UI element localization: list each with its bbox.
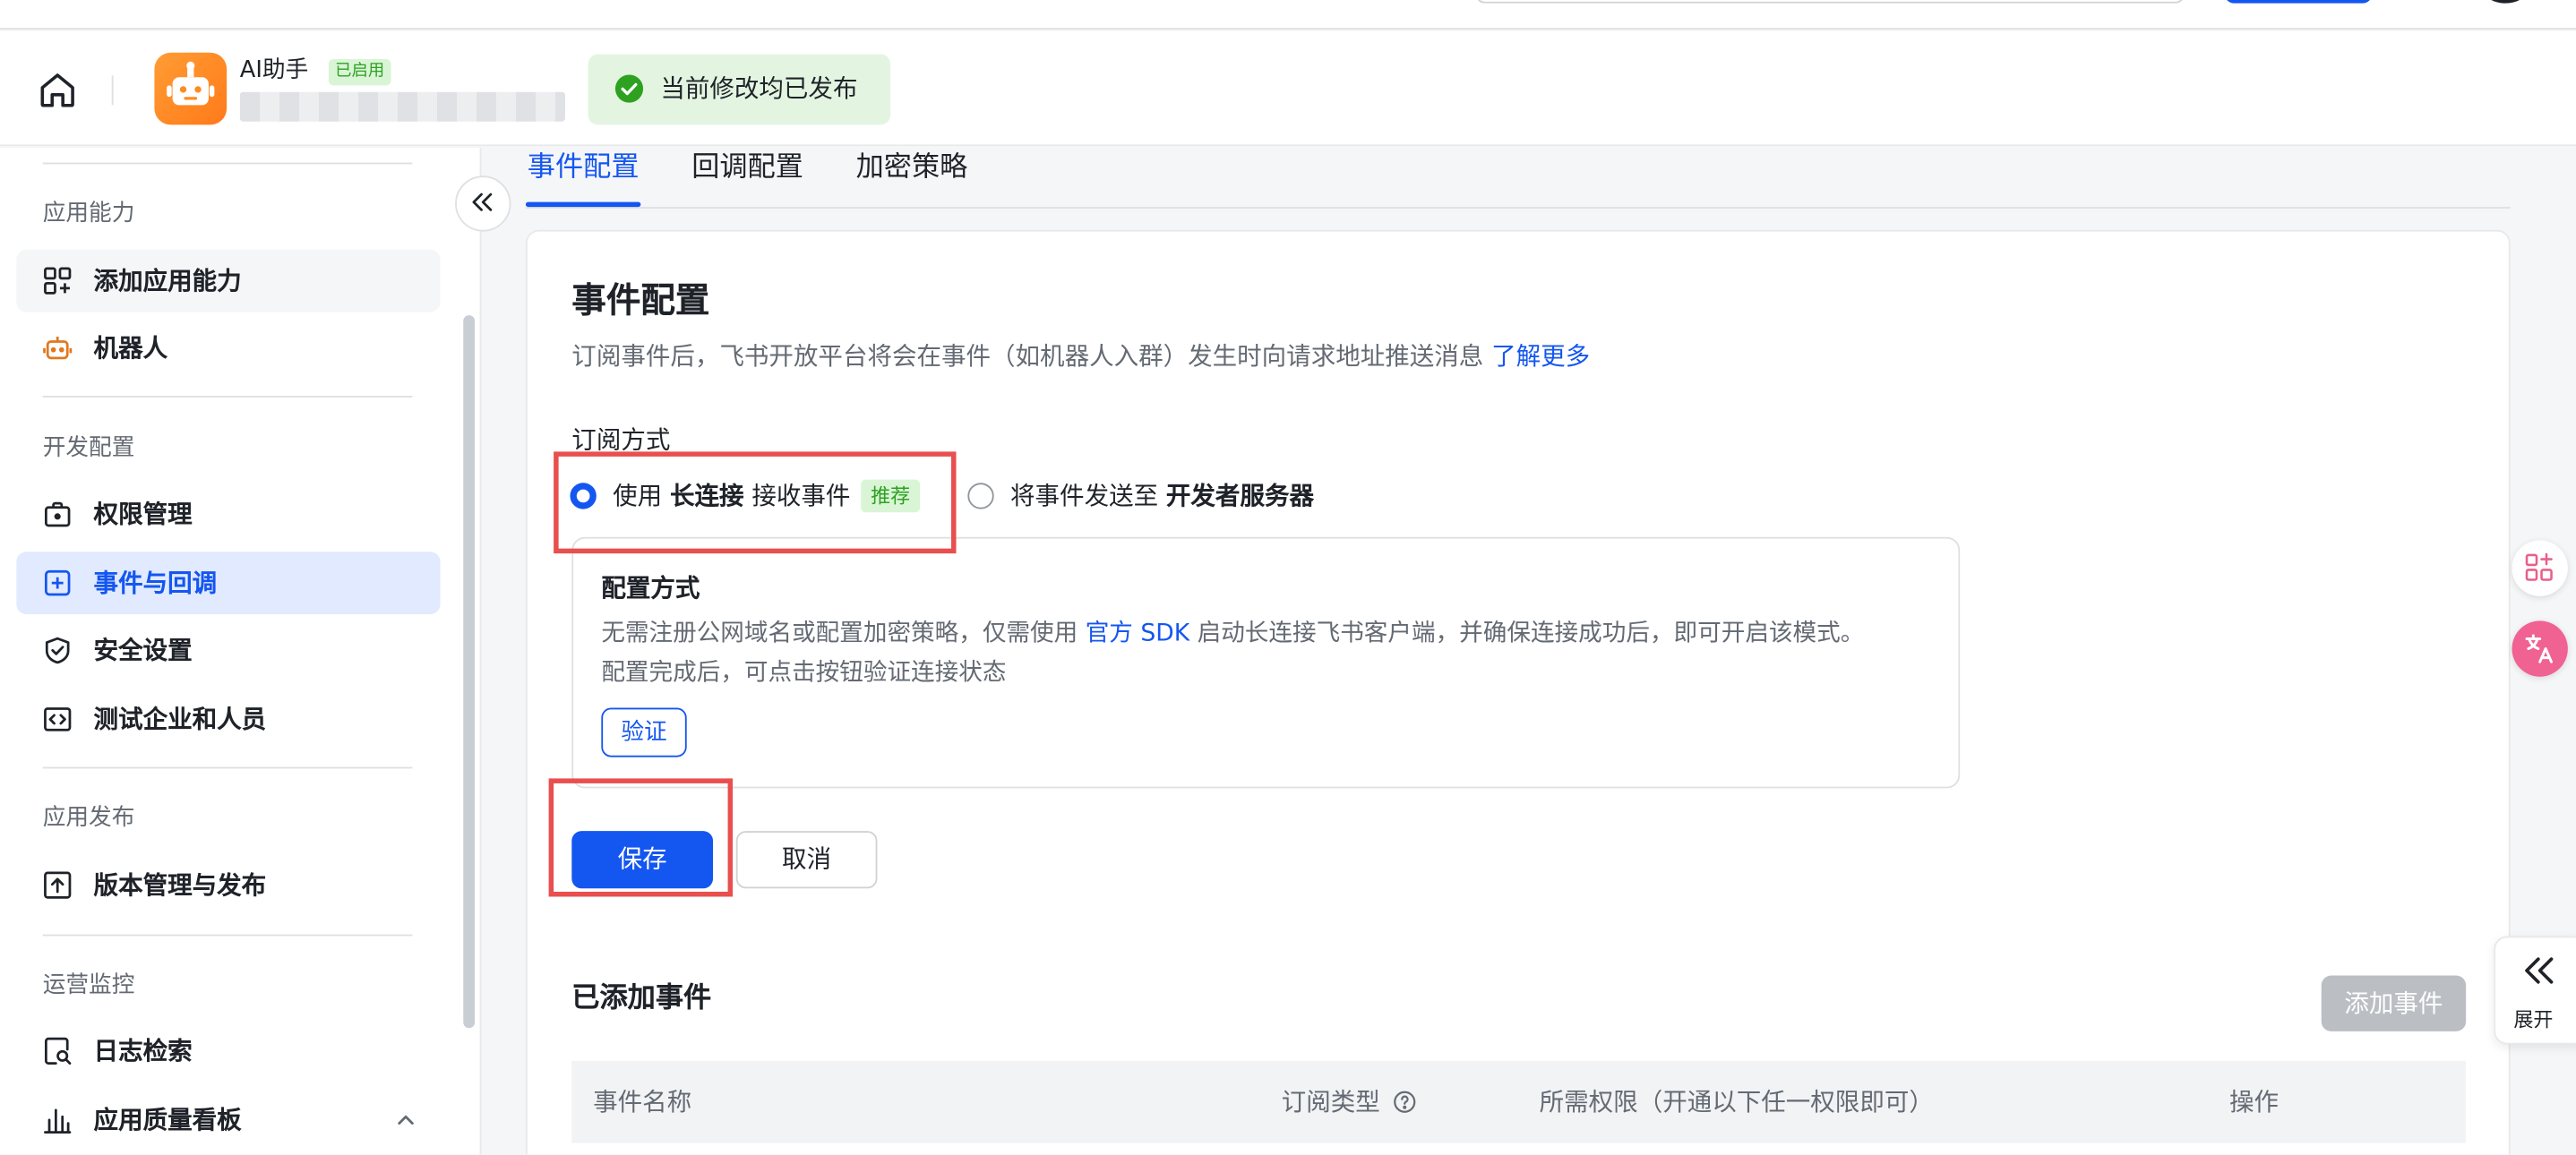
highlight-box-save [548, 778, 734, 897]
sidebar-item-permissions[interactable]: 权限管理 [16, 483, 440, 545]
top-primary-button[interactable] [2224, 0, 2373, 4]
app-status-badge: 已启用 [328, 59, 391, 86]
added-events-title: 已添加事件 [571, 981, 712, 1015]
collapse-sidebar-button[interactable] [455, 175, 511, 232]
bar-chart-icon [44, 1108, 72, 1134]
column-required-permissions: 所需权限（开通以下任一权限即可） [1539, 1087, 1934, 1117]
top-bar [0, 0, 2576, 30]
sidebar-divider [42, 162, 413, 165]
floating-translate-button[interactable] [2512, 620, 2568, 677]
cancel-button[interactable]: 取消 [735, 831, 878, 889]
config-method-line1: 无需注册公网域名或配置加密策略，仅需使用 官方 SDK 启动长连接飞书客户端，并… [601, 618, 1864, 651]
config-text-part: 启动长连接飞书客户端，并确保连接成功后，即可开启该模式。 [1197, 620, 1865, 647]
sidebar-group-capability: 应用能力 [42, 200, 135, 227]
sidebar-item-test-org[interactable]: 测试企业和人员 [16, 689, 440, 751]
sidebar-divider [42, 396, 413, 398]
option-text-bold: 开发者服务器 [1165, 481, 1315, 511]
expand-label: 展开 [2513, 1008, 2554, 1031]
events-table-header [571, 1060, 2467, 1143]
tab-encryption-strategy[interactable]: 加密策略 [856, 148, 968, 187]
column-subscription-type-label: 订阅类型 [1281, 1087, 1380, 1117]
column-actions: 操作 [2229, 1087, 2280, 1117]
option-developer-server-text[interactable]: 将事件发送至 开发者服务器 [1010, 480, 1314, 513]
floating-apps-button[interactable] [2512, 540, 2568, 596]
app-logo [154, 52, 228, 125]
permission-icon [44, 501, 71, 527]
sidebar-item-label: 权限管理 [93, 499, 193, 529]
log-search-icon [44, 1037, 72, 1065]
home-icon[interactable] [36, 69, 79, 112]
event-callback-icon [44, 569, 71, 596]
tab-callback-config[interactable]: 回调配置 [691, 148, 803, 187]
code-icon [44, 707, 72, 732]
sidebar-item-label: 测试企业和人员 [93, 704, 267, 734]
sidebar-divider [42, 934, 413, 937]
global-search-input[interactable] [1475, 0, 2185, 4]
sidebar-divider [42, 766, 413, 769]
app-header [0, 30, 2576, 147]
sidebar-item-log-search[interactable]: 日志检索 [16, 1020, 440, 1082]
add-event-button[interactable]: 添加事件 [2321, 975, 2467, 1031]
option-text-part: 将事件发送至 [1010, 481, 1159, 511]
card-description-text: 订阅事件后，飞书开放平台将会在事件（如机器人入群）发生时向请求地址推送消息 [571, 341, 1484, 372]
card-title: 事件配置 [571, 280, 710, 321]
sidebar-item-label: 添加应用能力 [93, 266, 242, 296]
header-divider [111, 75, 114, 106]
sidebar-item-add-capability[interactable]: 添加应用能力 [16, 249, 441, 312]
highlight-box-subscribe-option [554, 451, 957, 554]
sidebar-item-versions[interactable]: 版本管理与发布 [16, 854, 440, 917]
robot-app-icon [167, 61, 215, 106]
published-notice-text: 当前修改均已发布 [660, 73, 858, 104]
sidebar-item-label: 应用质量看板 [93, 1105, 242, 1135]
sidebar-item-label: 版本管理与发布 [93, 870, 267, 901]
translate-icon [2525, 634, 2553, 663]
double-chevron-left-icon [472, 192, 493, 211]
tab-active-indicator [525, 201, 641, 208]
apps-sparkle-icon [2525, 552, 2553, 581]
sidebar-item-events-callbacks[interactable]: 事件与回调 [16, 552, 441, 614]
learn-more-link[interactable]: 了解更多 [1491, 342, 1590, 372]
config-text-part: 无需注册公网域名或配置加密策略，仅需使用 [601, 620, 1078, 647]
shield-icon [45, 637, 70, 664]
column-event-name: 事件名称 [593, 1087, 692, 1117]
tabs-baseline [525, 207, 2511, 209]
sidebar-group-dev: 开发配置 [42, 435, 135, 462]
chevron-up-icon[interactable] [394, 1108, 417, 1132]
sidebar-item-security[interactable]: 安全设置 [16, 619, 440, 681]
official-sdk-link[interactable]: 官方 SDK [1086, 620, 1189, 646]
verify-button[interactable]: 验证 [601, 707, 687, 757]
sidebar-item-label: 事件与回调 [93, 568, 218, 598]
config-method-line2: 配置完成后，可点击按钮验证连接状态 [601, 660, 1007, 687]
sidebar-item-robot[interactable]: 机器人 [16, 317, 440, 380]
check-circle-icon [614, 74, 644, 103]
sidebar-scrollbar-thumb[interactable] [463, 315, 476, 1029]
tab-event-config[interactable]: 事件配置 [528, 148, 640, 187]
grid-add-icon [44, 267, 72, 295]
sidebar-group-release: 应用发布 [42, 804, 135, 832]
card-description: 订阅事件后，飞书开放平台将会在事件（如机器人入群）发生时向请求地址推送消息 了解… [571, 340, 1590, 373]
help-icon[interactable] [1393, 1091, 1416, 1114]
sidebar-item-quality-board[interactable]: 应用质量看板 [16, 1089, 440, 1151]
radio-developer-server[interactable] [967, 483, 994, 509]
sidebar-item-label: 日志检索 [93, 1036, 193, 1066]
sidebar-item-label: 安全设置 [93, 635, 193, 665]
app-id-redacted [239, 91, 565, 122]
upload-icon [44, 871, 72, 899]
app-name: AI助手 [239, 57, 309, 84]
sidebar-group-ops: 运营监控 [42, 971, 135, 999]
robot-icon [43, 337, 73, 360]
double-chevron-left-icon [2525, 957, 2554, 984]
column-subscription-type: 订阅类型 [1282, 1085, 1416, 1118]
config-method-title: 配置方式 [601, 573, 700, 603]
sidebar-item-label: 机器人 [93, 333, 168, 364]
